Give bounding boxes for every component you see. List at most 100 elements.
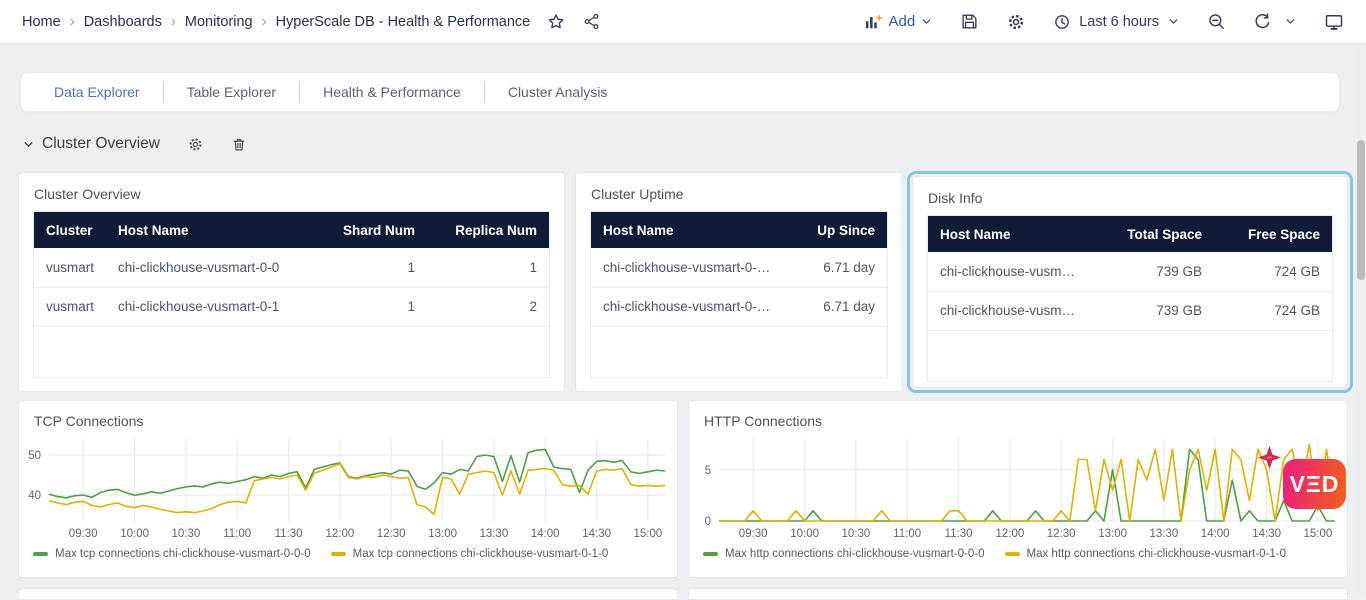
star-icon[interactable] xyxy=(546,12,566,32)
table-cell: 6.71 day xyxy=(783,287,887,327)
legend-series-label: Max tcp connections chi-clickhouse-vusma… xyxy=(352,548,609,560)
panel-tcp-connections: TCP Connections 09:30 10:00 10:30 11:00 11:3… xyxy=(18,400,678,578)
tcp-connections-chart: 09:30 10:00 10:30 11:00 11:30 12:00 12:30 13:00… xyxy=(28,439,666,540)
chevron-down-icon xyxy=(920,15,933,28)
table-cell: 1 xyxy=(309,287,427,327)
table-header-row: Host Name Total Space Free Space xyxy=(928,216,1332,252)
svg-text:14:00: 14:00 xyxy=(531,528,560,540)
panel-partial-left xyxy=(18,588,678,600)
table-cell: 1 xyxy=(427,248,549,288)
table-cell: 724 GB xyxy=(1214,252,1332,292)
table-cell: chi-clickhouse-vusmart-0-1 xyxy=(106,287,309,327)
refresh-icon[interactable] xyxy=(1253,12,1272,31)
svg-text:09:30: 09:30 xyxy=(69,528,98,540)
table-row: chi-clickhouse-vusmart-0-1-0 6.71 day xyxy=(591,248,887,288)
svg-text:10:30: 10:30 xyxy=(842,528,871,540)
svg-text:13:00: 13:00 xyxy=(428,528,457,540)
legend-series-color xyxy=(330,552,346,556)
panel-title: HTTP Connections xyxy=(704,413,823,429)
table-cell: chi-clickhouse-vusmart-0-0-0 xyxy=(591,287,783,327)
add-panel-button[interactable]: Add xyxy=(863,12,933,32)
dashboard-tab-bar: Data Explorer Table Explorer Health & Perf… xyxy=(20,72,1340,112)
legend-series-color xyxy=(1004,552,1020,556)
breadcrumb-item[interactable]: Monitoring xyxy=(185,14,253,30)
table-header-row: Cluster Host Name Shard Num Replica Num xyxy=(34,212,549,248)
top-nav-bar: Home › Dashboards › Monitoring › HyperScale DB… xyxy=(0,0,1366,44)
breadcrumb-item[interactable]: Dashboards xyxy=(84,14,162,30)
chevron-down-icon[interactable] xyxy=(1284,15,1297,28)
svg-text:5: 5 xyxy=(705,465,711,477)
chevron-down-icon xyxy=(22,138,35,151)
panel-title: Cluster Uptime xyxy=(591,186,684,202)
tab-table-explorer[interactable]: Table Explorer xyxy=(164,84,300,100)
dashboard-actions xyxy=(546,12,601,32)
time-range-picker[interactable]: Last 6 hours xyxy=(1053,13,1180,31)
legend-series-color xyxy=(703,552,718,556)
panel-title: Disk Info xyxy=(928,190,983,206)
tab-cluster-analysis[interactable]: Cluster Analysis xyxy=(485,84,631,100)
ved-logo: VΞD xyxy=(1283,459,1346,509)
legend-item[interactable]: Max tcp connections chi-clickhouse-vusma… xyxy=(33,548,311,560)
svg-text:15:00: 15:00 xyxy=(1304,528,1333,540)
table-row: chi-clickhouse-vusmart-0… 739 GB 724 GB xyxy=(928,291,1332,331)
gear-icon[interactable] xyxy=(187,136,204,153)
save-icon[interactable] xyxy=(960,12,979,31)
cluster-uptime-table: Host Name Up Since chi-clickhouse-vusmart-… xyxy=(591,212,887,327)
table-cell: chi-clickhouse-vusmart-0-1-0 xyxy=(591,248,783,288)
add-label: Add xyxy=(888,13,916,30)
table-cell: chi-clickhouse-vusmart-0-0 xyxy=(106,248,309,288)
legend-item[interactable]: Max http connections chi-clickhouse-vusm… xyxy=(703,548,985,560)
panel-disk-info: Disk Info Host Name Total Space Free Space… xyxy=(907,171,1353,393)
column-header: Up Since xyxy=(783,212,887,248)
tab-data-explorer[interactable]: Data Explorer xyxy=(31,84,163,100)
svg-text:15:00: 15:00 xyxy=(634,528,663,540)
scrollbar-thumb[interactable] xyxy=(1357,140,1365,280)
chart-legend: Max tcp connections chi-clickhouse-vusma… xyxy=(19,545,677,560)
gear-icon[interactable] xyxy=(1006,12,1026,32)
table-cell: chi-clickhouse-vusmart-0… xyxy=(928,252,1092,292)
svg-text:12:30: 12:30 xyxy=(1047,528,1076,540)
table-row: chi-clickhouse-vusmart-0-0-0 6.71 day xyxy=(591,287,887,327)
breadcrumb-item[interactable]: HyperScale DB - Health & Performance xyxy=(276,14,531,30)
panel-cluster-overview: Cluster Overview Cluster Host Name Shard N… xyxy=(18,172,565,392)
table-header-row: Host Name Up Since xyxy=(591,212,887,248)
tab-health-performance[interactable]: Health & Performance xyxy=(300,84,484,100)
scrollbar-track[interactable] xyxy=(1356,45,1366,595)
toolbar: Add Last 6 hours xyxy=(863,12,1344,32)
table-container: Cluster Host Name Shard Num Replica Num vusm… xyxy=(33,211,550,378)
table-cell: 739 GB xyxy=(1092,252,1214,292)
svg-text:14:30: 14:30 xyxy=(1252,528,1281,540)
column-header: Cluster xyxy=(34,212,106,248)
breadcrumb-item[interactable]: Home xyxy=(22,14,61,30)
svg-text:0: 0 xyxy=(705,516,711,528)
table-row: vusmart chi-clickhouse-vusmart-0-1 1 2 xyxy=(34,287,549,327)
legend-item[interactable]: Max http connections chi-clickhouse-vusm… xyxy=(1004,548,1286,560)
chart-legend: Max http connections chi-clickhouse-vusm… xyxy=(689,545,1347,560)
svg-text:11:00: 11:00 xyxy=(893,528,921,540)
legend-series-color xyxy=(33,552,48,556)
legend-series-label: Max http connections chi-clickhouse-vusm… xyxy=(725,548,985,560)
share-icon[interactable] xyxy=(582,12,601,31)
panel-cluster-uptime: Cluster Uptime Host Name Up Since chi-clic… xyxy=(575,172,903,392)
clock-icon xyxy=(1053,13,1071,31)
column-header: Replica Num xyxy=(427,212,549,248)
panel-title: TCP Connections xyxy=(34,413,144,429)
table-row: vusmart chi-clickhouse-vusmart-0-0 1 1 xyxy=(34,248,549,288)
column-header: Host Name xyxy=(928,216,1092,252)
monitor-icon[interactable] xyxy=(1324,12,1344,32)
panel-partial-right xyxy=(688,588,1348,600)
legend-item[interactable]: Max tcp connections chi-clickhouse-vusma… xyxy=(330,548,609,560)
zoom-out-icon[interactable] xyxy=(1207,12,1226,31)
column-header: Host Name xyxy=(106,212,309,248)
column-header: Host Name xyxy=(591,212,783,248)
trash-icon[interactable] xyxy=(231,136,247,153)
table-cell: 739 GB xyxy=(1092,291,1214,331)
svg-text:12:00: 12:00 xyxy=(996,528,1025,540)
cluster-overview-table: Cluster Host Name Shard Num Replica Num vusm… xyxy=(34,212,549,327)
panel-http-connections: HTTP Connections 09:30 10:00 10:30 11:00 11:… xyxy=(688,400,1348,578)
svg-text:11:30: 11:30 xyxy=(275,528,303,540)
svg-text:13:30: 13:30 xyxy=(480,528,509,540)
svg-text:11:00: 11:00 xyxy=(223,528,251,540)
section-collapse-toggle[interactable]: Cluster Overview xyxy=(22,135,160,153)
breadcrumb-separator: › xyxy=(170,13,176,30)
